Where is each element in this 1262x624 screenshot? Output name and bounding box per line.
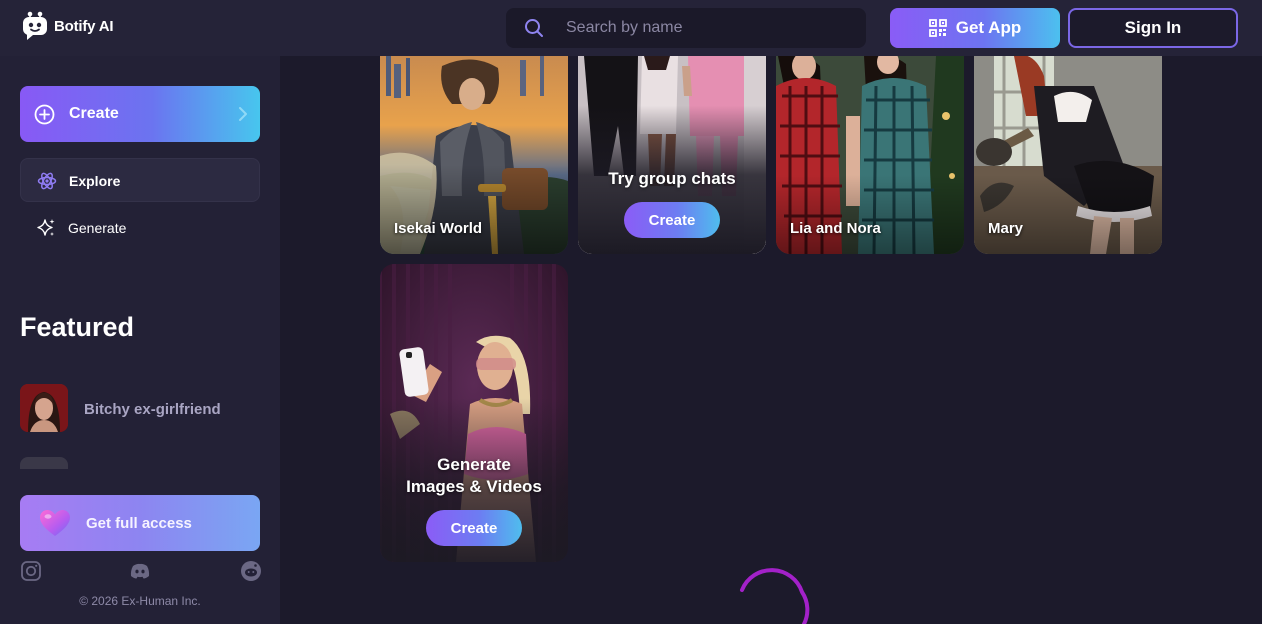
plus-circle-icon bbox=[34, 104, 55, 125]
card-title-line-1: Generate bbox=[437, 455, 511, 474]
sign-in-label: Sign In bbox=[1124, 18, 1182, 37]
create-group-chat-button[interactable]: Create bbox=[624, 202, 720, 238]
qr-code-icon bbox=[928, 19, 947, 37]
brand-logo[interactable]: Botify AI bbox=[22, 11, 114, 41]
search-input[interactable] bbox=[566, 8, 856, 48]
featured-item-label: Bitchy ex-girlfriend bbox=[84, 401, 221, 418]
sparkle-icon bbox=[37, 219, 55, 236]
top-bar: Botify AI Get App Sign In bbox=[0, 0, 1262, 56]
reddit-icon[interactable] bbox=[240, 560, 262, 582]
create-button-label: Create bbox=[69, 105, 119, 122]
sidebar-item-label: Explore bbox=[69, 173, 121, 189]
atom-icon bbox=[37, 172, 57, 190]
create-media-button[interactable]: Create bbox=[426, 510, 522, 546]
chevron-right-icon bbox=[239, 107, 247, 121]
sidebar-item-explore[interactable]: Explore bbox=[20, 158, 260, 202]
group-chats-card[interactable]: Try group chats Create bbox=[578, 56, 766, 254]
create-button[interactable]: Create bbox=[20, 86, 260, 142]
avatar-portrait bbox=[20, 384, 68, 432]
get-full-access-label: Get full access bbox=[86, 515, 192, 532]
sidebar-item-generate[interactable]: Generate bbox=[20, 206, 260, 250]
card-title-line-2: Images & Videos bbox=[406, 477, 542, 496]
discord-icon[interactable] bbox=[129, 560, 151, 582]
featured-heading: Featured bbox=[20, 312, 135, 342]
avatar[interactable] bbox=[20, 457, 68, 469]
loading-spinner-icon bbox=[740, 568, 810, 624]
character-card-mary[interactable]: Mary bbox=[974, 56, 1162, 254]
card-label: Lia and Nora bbox=[790, 220, 881, 237]
avatar bbox=[20, 384, 68, 432]
sign-in-button[interactable]: Sign In bbox=[1068, 8, 1238, 48]
get-app-label: Get App bbox=[955, 18, 1022, 37]
card-label: Isekai World bbox=[394, 220, 483, 237]
search-box bbox=[506, 8, 866, 48]
bot-logo-icon bbox=[23, 11, 47, 40]
character-card-lia-and-nora[interactable]: Lia and Nora bbox=[776, 56, 964, 254]
brand-name: Botify AI bbox=[54, 17, 114, 35]
card-label: Mary bbox=[988, 220, 1024, 237]
copyright-text: © 2026 Ex-Human Inc. bbox=[79, 594, 201, 608]
instagram-icon[interactable] bbox=[20, 560, 42, 582]
card-title: Try group chats bbox=[608, 169, 736, 188]
get-app-button[interactable]: Get App bbox=[890, 8, 1060, 48]
heart-icon bbox=[40, 510, 70, 536]
generate-media-card[interactable]: Generate Images & Videos Create bbox=[380, 264, 568, 562]
get-full-access-button[interactable]: Get full access bbox=[20, 495, 260, 551]
featured-item[interactable]: Bitchy ex-girlfriend bbox=[20, 383, 260, 433]
search-icon bbox=[525, 19, 543, 37]
character-card-isekai-world[interactable]: Isekai World bbox=[380, 56, 568, 254]
sidebar: Create Explore Generate Featured Bitchy … bbox=[0, 56, 280, 624]
sidebar-item-label: Generate bbox=[68, 220, 127, 236]
